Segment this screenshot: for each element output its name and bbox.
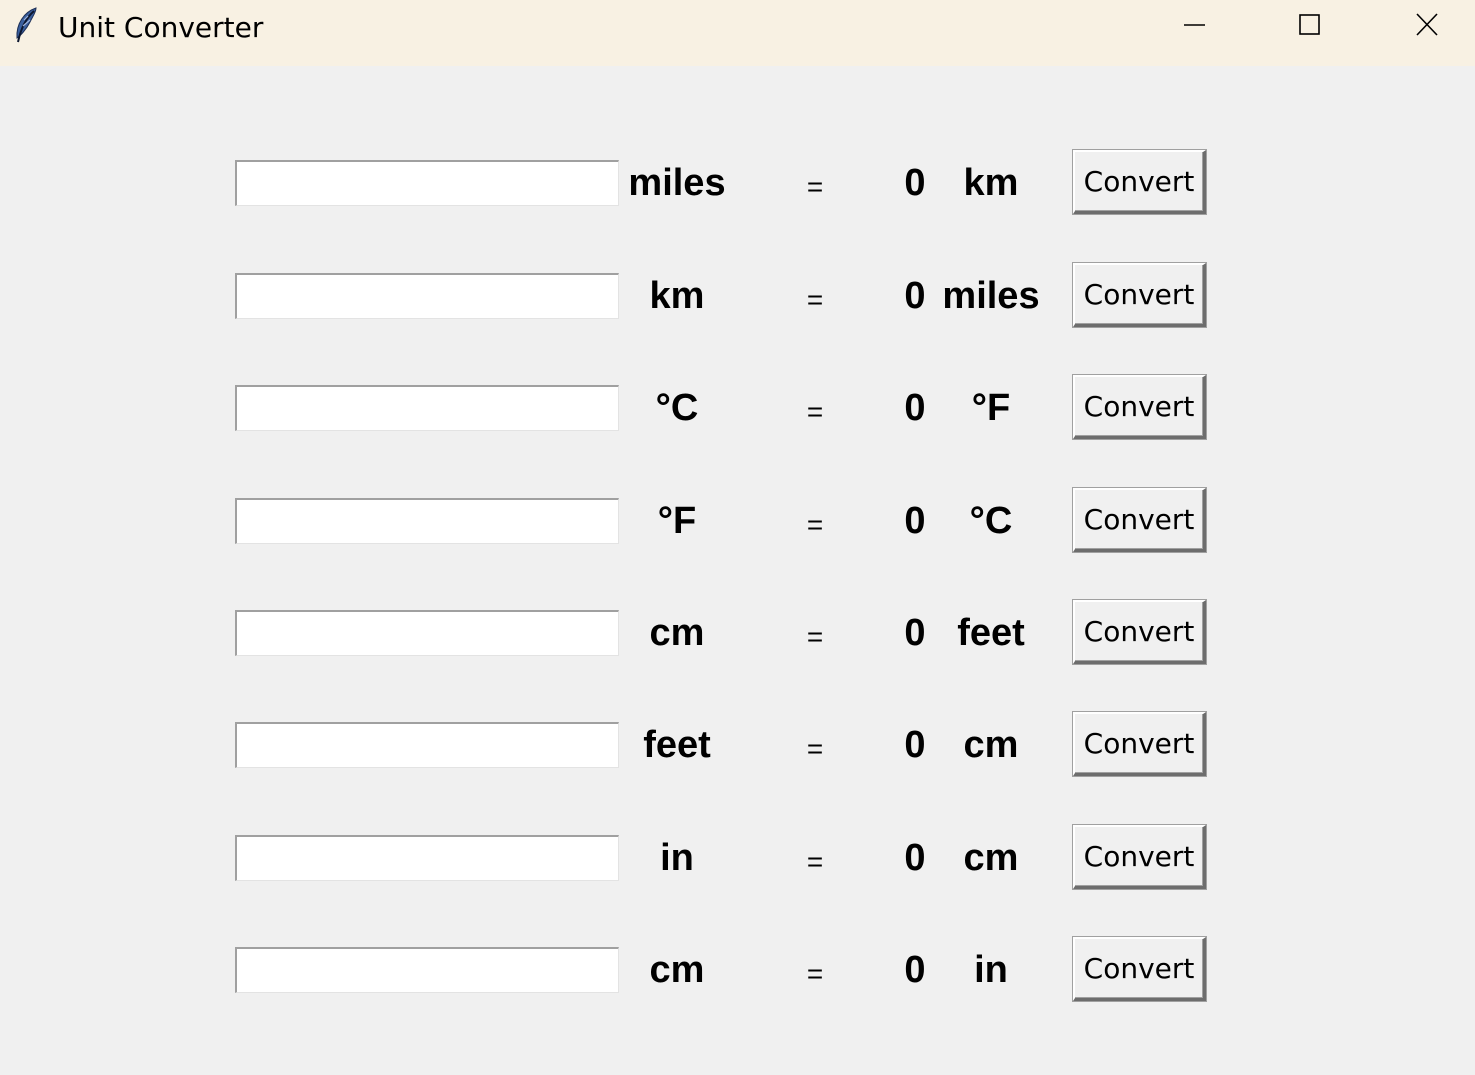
- miles-input[interactable]: [235, 160, 619, 206]
- conversion-row-miles-km: miles = 0 km Convert: [0, 150, 1475, 230]
- feather-icon: [10, 6, 40, 46]
- to-unit-label: miles: [942, 275, 1040, 317]
- in-input[interactable]: [235, 835, 619, 881]
- result-value: 0: [904, 949, 926, 991]
- equals-sign: =: [806, 284, 824, 315]
- convert-button[interactable]: Convert: [1073, 263, 1206, 327]
- to-unit-label: feet: [957, 612, 1025, 654]
- to-unit-label: km: [963, 162, 1019, 204]
- to-unit-label: in: [974, 949, 1008, 991]
- to-unit-label: °F: [971, 387, 1011, 429]
- conversion-row-fahrenheit-celsius: °F = 0 °C Convert: [0, 488, 1475, 568]
- equals-sign: =: [806, 733, 824, 764]
- conversion-row-cm-feet: cm = 0 feet Convert: [0, 600, 1475, 680]
- from-unit-label: miles: [628, 162, 726, 204]
- from-unit-label: cm: [649, 949, 705, 991]
- result-value: 0: [904, 162, 926, 204]
- equals-sign: =: [806, 509, 824, 540]
- equals-sign: =: [806, 621, 824, 652]
- title-bar: Unit Converter: [0, 0, 1475, 66]
- result-value: 0: [904, 500, 926, 542]
- equals-sign: =: [806, 846, 824, 877]
- km-input[interactable]: [235, 273, 619, 319]
- maximize-button[interactable]: [1254, 0, 1366, 52]
- equals-sign: =: [806, 396, 824, 427]
- convert-button[interactable]: Convert: [1073, 937, 1206, 1001]
- from-unit-label: °F: [657, 500, 697, 542]
- convert-button[interactable]: Convert: [1073, 375, 1206, 439]
- convert-button[interactable]: Convert: [1073, 488, 1206, 552]
- cm-to-in-input[interactable]: [235, 947, 619, 993]
- result-value: 0: [904, 837, 926, 879]
- conversion-row-cm-in: cm = 0 in Convert: [0, 937, 1475, 1017]
- celsius-input[interactable]: [235, 385, 619, 431]
- unit-converter-window: Unit Converter miles = 0 km Convert km =…: [0, 0, 1475, 1075]
- result-value: 0: [904, 275, 926, 317]
- fahrenheit-input[interactable]: [235, 498, 619, 544]
- equals-sign: =: [806, 171, 824, 202]
- from-unit-label: °C: [655, 387, 699, 429]
- to-unit-label: °C: [969, 500, 1013, 542]
- window-title: Unit Converter: [58, 11, 264, 44]
- convert-button[interactable]: Convert: [1073, 150, 1206, 214]
- convert-button[interactable]: Convert: [1073, 600, 1206, 664]
- equals-sign: =: [806, 958, 824, 989]
- from-unit-label: cm: [649, 612, 705, 654]
- convert-button[interactable]: Convert: [1073, 712, 1206, 776]
- close-button[interactable]: [1371, 0, 1475, 52]
- minimize-button[interactable]: [1139, 0, 1251, 52]
- result-value: 0: [904, 612, 926, 654]
- conversion-row-in-cm: in = 0 cm Convert: [0, 825, 1475, 905]
- result-value: 0: [904, 387, 926, 429]
- conversion-row-celsius-fahrenheit: °C = 0 °F Convert: [0, 375, 1475, 455]
- feet-input[interactable]: [235, 722, 619, 768]
- from-unit-label: in: [660, 837, 694, 879]
- from-unit-label: km: [649, 275, 705, 317]
- result-value: 0: [904, 724, 926, 766]
- to-unit-label: cm: [963, 724, 1019, 766]
- cm-input[interactable]: [235, 610, 619, 656]
- conversion-row-km-miles: km = 0 miles Convert: [0, 263, 1475, 343]
- convert-button[interactable]: Convert: [1073, 825, 1206, 889]
- to-unit-label: cm: [963, 837, 1019, 879]
- conversion-row-feet-cm: feet = 0 cm Convert: [0, 712, 1475, 792]
- from-unit-label: feet: [643, 724, 711, 766]
